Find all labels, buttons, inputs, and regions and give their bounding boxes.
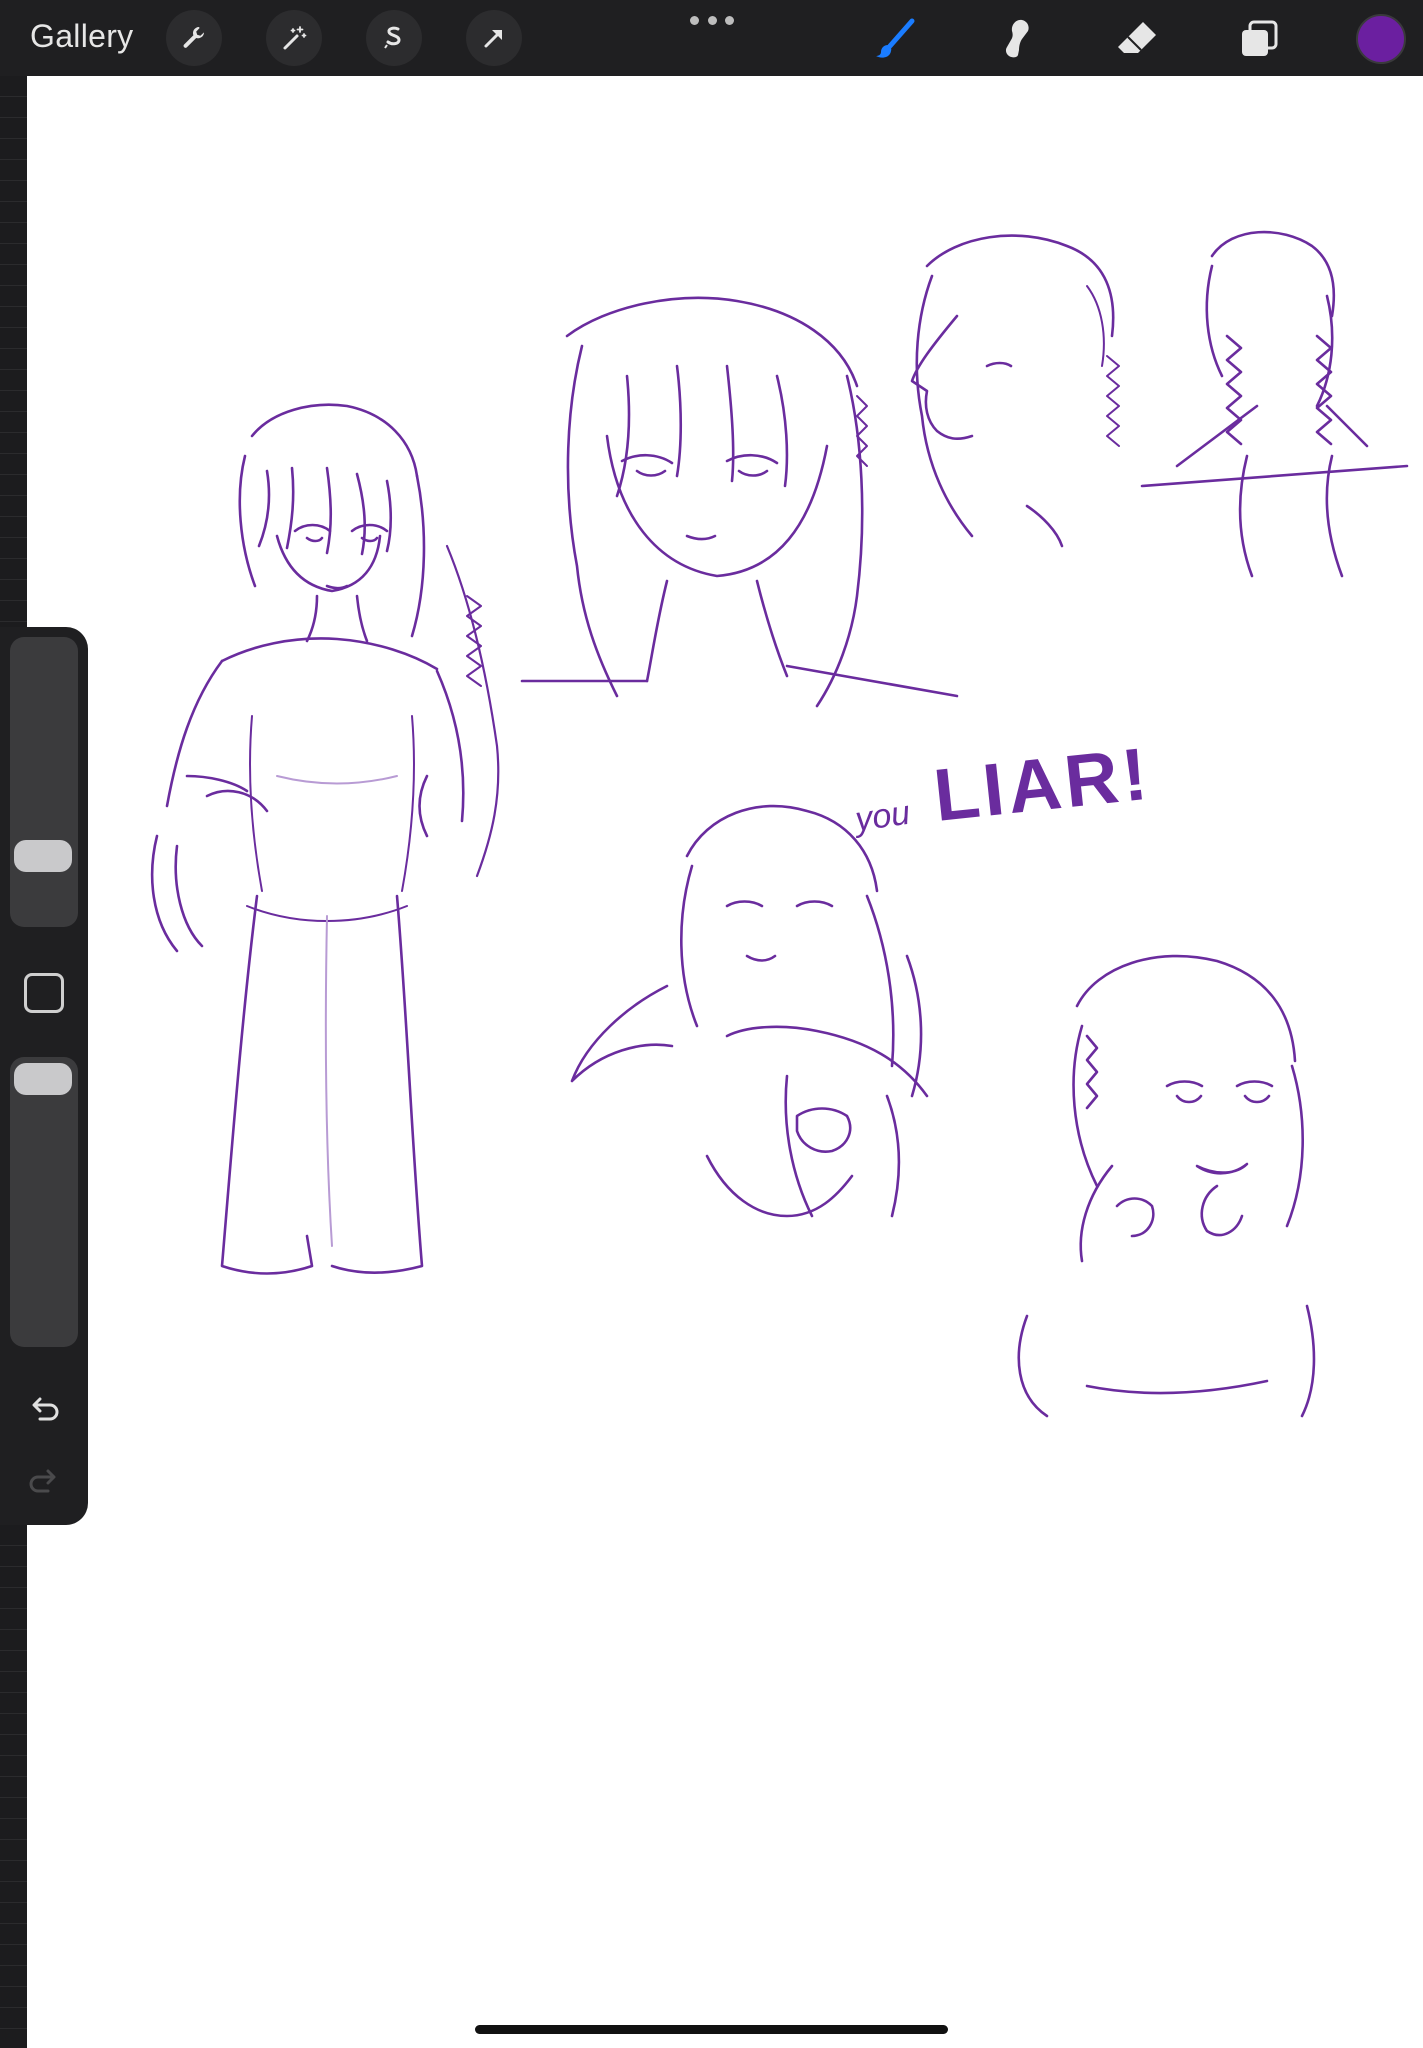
sketch-profile-head [910,234,1120,548]
brush-size-slider[interactable] [10,637,78,927]
brush-size-thumb[interactable] [14,839,72,872]
undo-icon[interactable] [22,1387,66,1431]
annotation-you: you [851,794,913,840]
gallery-button[interactable]: Gallery [30,18,133,55]
sidebar-panel [0,627,88,1525]
more-options-icon[interactable] [690,16,734,28]
sketch-artwork: you LIAR! [150,230,1409,1418]
opacity-thumb[interactable] [14,1063,72,1095]
magic-wand-icon[interactable] [266,10,322,66]
drawing-canvas[interactable]: you LIAR! [27,76,1423,2048]
smudge-icon[interactable] [988,12,1042,66]
layers-icon[interactable] [1232,12,1286,66]
opacity-slider[interactable] [10,1057,78,1347]
sketch-scared-figure [1017,954,1316,1418]
sketch-angry-figure [570,804,929,1218]
brush-icon[interactable] [868,12,922,66]
wrench-icon[interactable] [166,10,222,66]
eraser-icon[interactable] [1110,12,1164,66]
color-picker-button[interactable] [1356,14,1406,64]
annotation-liar: LIAR! [930,732,1155,837]
redo-icon[interactable] [22,1459,66,1503]
transform-arrow-icon[interactable] [466,10,522,66]
selection-icon[interactable] [366,10,422,66]
sketch-back-braids [1140,230,1409,578]
sketch-full-body-figure [150,403,500,1275]
modify-button[interactable] [24,973,64,1013]
sketch-lettering: you LIAR! [851,732,1155,840]
top-toolbar: Gallery [0,0,1423,76]
home-indicator [475,2025,948,2034]
sketch-large-head [520,296,959,708]
procreate-app: Gallery you LIAR! [0,0,1423,2048]
